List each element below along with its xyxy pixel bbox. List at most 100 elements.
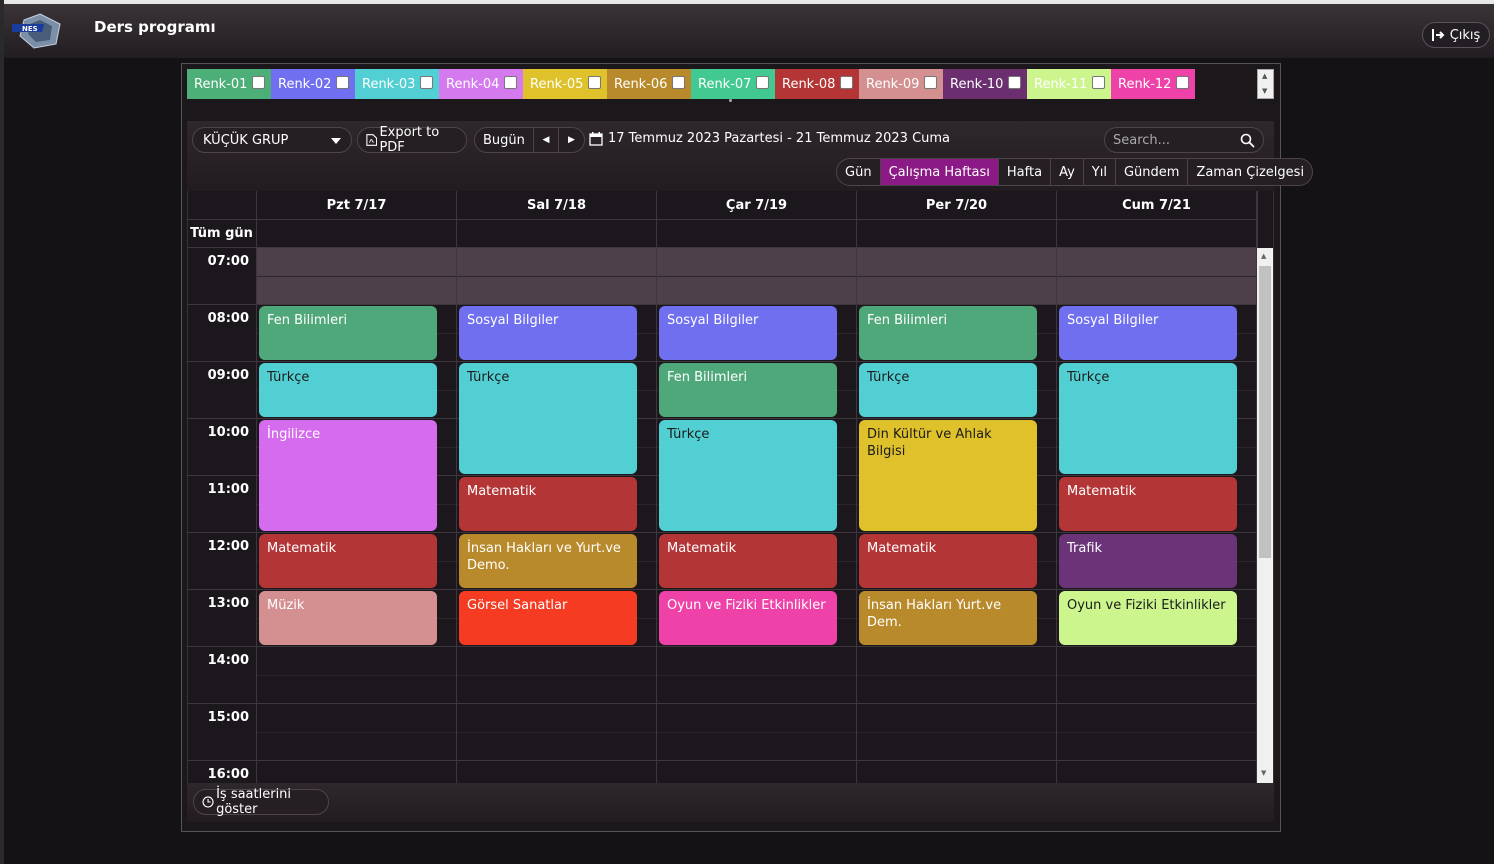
legend-item-3[interactable]: Renk-03 [355, 69, 439, 99]
all-day-cell[interactable] [257, 220, 457, 248]
lesson-event[interactable]: İngilizce [259, 420, 437, 531]
all-day-cell[interactable] [457, 220, 657, 248]
legend-item-10[interactable]: Renk-10 [943, 69, 1027, 99]
time-row[interactable] [187, 704, 1257, 761]
day-header[interactable]: Pzt 7/17 [257, 191, 457, 220]
lesson-event[interactable]: Sosyal Bilgiler [1059, 306, 1237, 360]
search-input[interactable]: Search... [1104, 127, 1264, 153]
lesson-event[interactable]: Sosyal Bilgiler [459, 306, 637, 360]
view-tab[interactable]: Gün [837, 159, 881, 185]
lesson-event[interactable]: Fen Bilimleri [859, 306, 1037, 360]
all-day-cell[interactable] [857, 220, 1057, 248]
lesson-event[interactable]: Din Kültür ve Ahlak Bilgisi [859, 420, 1037, 531]
today-button[interactable]: Bugün [475, 128, 534, 152]
lesson-event[interactable]: Türkçe [859, 363, 1037, 417]
legend-checkbox[interactable] [420, 75, 433, 89]
group-select[interactable]: KÜÇÜK GRUP [192, 127, 352, 153]
time-label: 13:00 [207, 596, 249, 611]
lesson-event[interactable]: Türkçe [259, 363, 437, 417]
legend-item-12[interactable]: Renk-12 [1111, 69, 1195, 99]
export-label: Export to PDF [379, 125, 440, 155]
lesson-event[interactable]: Türkçe [1059, 363, 1237, 474]
group-select-value: KÜÇÜK GRUP [203, 132, 289, 148]
time-row[interactable] [187, 248, 1257, 305]
lesson-event[interactable]: Türkçe [659, 420, 837, 531]
view-tab[interactable]: Çalışma Haftası [880, 159, 999, 185]
search-icon [1240, 133, 1255, 148]
vertical-scrollbar[interactable]: ▲ ▼ [1257, 248, 1273, 783]
lesson-event[interactable]: Matematik [1059, 477, 1237, 531]
legend-label: Renk-11 [1034, 76, 1088, 92]
next-button[interactable]: ▶ [559, 128, 584, 152]
legend-checkbox[interactable] [504, 75, 517, 89]
legend-checkbox[interactable] [840, 75, 853, 89]
lesson-event[interactable]: Matematik [659, 534, 837, 588]
view-tab[interactable]: Yıl [1084, 159, 1116, 185]
lesson-event[interactable]: Müzik [259, 591, 437, 645]
date-range-picker[interactable]: 17 Temmuz 2023 Pazartesi - 21 Temmuz 202… [589, 131, 950, 146]
scrollbar-thumb[interactable] [1259, 266, 1271, 558]
legend-checkbox[interactable] [1176, 75, 1189, 89]
lesson-event[interactable]: Matematik [259, 534, 437, 588]
legend-item-2[interactable]: Renk-02 [271, 69, 355, 99]
view-tab[interactable]: Ay [1051, 159, 1084, 185]
legend-item-9[interactable]: Renk-09 [859, 69, 943, 99]
legend-label: Renk-05 [530, 76, 584, 92]
lesson-event[interactable]: Matematik [859, 534, 1037, 588]
lesson-event[interactable]: Fen Bilimleri [259, 306, 437, 360]
day-header[interactable]: Çar 7/19 [657, 191, 857, 220]
legend-checkbox[interactable] [252, 75, 265, 89]
prev-button[interactable]: ◀ [534, 128, 559, 152]
scroll-up-icon[interactable]: ▲ [1261, 252, 1266, 260]
scroll-down-icon[interactable]: ▼ [1261, 769, 1266, 777]
legend-label: Renk-03 [362, 76, 416, 92]
lesson-event[interactable]: Oyun ve Fiziki Etkinlikler [1059, 591, 1237, 645]
today-label: Bugün [483, 132, 525, 148]
lesson-event[interactable]: Oyun ve Fiziki Etkinlikler [659, 591, 837, 645]
legend-checkbox[interactable] [756, 75, 769, 89]
show-work-hours-button[interactable]: İş saatlerini göster [193, 787, 329, 817]
day-header[interactable]: Sal 7/18 [457, 191, 657, 220]
legend-checkbox[interactable] [1008, 75, 1021, 89]
color-legend: Renk-01 Renk-02 Renk-03 Renk-04 Renk-05 Renk-… [187, 69, 1197, 99]
legend-item-4[interactable]: Renk-04 [439, 69, 523, 99]
view-tab[interactable]: Hafta [999, 159, 1052, 185]
legend-item-11[interactable]: Renk-11 [1027, 69, 1111, 99]
legend-item-6[interactable]: Renk-06 [607, 69, 691, 99]
view-tab[interactable]: Gündem [1116, 159, 1189, 185]
legend-checkbox[interactable] [336, 75, 349, 89]
all-day-label: Tüm gün [187, 220, 257, 248]
all-day-cell[interactable] [1057, 220, 1257, 248]
lesson-event[interactable]: İnsan Hakları ve Yurt.ve Demo. [459, 534, 637, 588]
time-label: 12:00 [207, 539, 249, 554]
time-row[interactable] [187, 647, 1257, 704]
legend-checkbox[interactable] [672, 75, 685, 89]
clock-icon [202, 796, 214, 808]
view-tab[interactable]: Zaman Çizelgesi [1188, 159, 1312, 185]
legend-checkbox[interactable] [924, 75, 937, 89]
lesson-event[interactable]: Görsel Sanatlar [459, 591, 637, 645]
legend-label: Renk-06 [614, 76, 668, 92]
lesson-event[interactable]: Sosyal Bilgiler [659, 306, 837, 360]
lesson-event[interactable]: Fen Bilimleri [659, 363, 837, 417]
lesson-event[interactable]: Türkçe [459, 363, 637, 474]
time-row[interactable] [187, 761, 1257, 783]
day-header[interactable]: Cum 7/21 [1057, 191, 1257, 220]
app-header: NES Ders programı Çıkış [4, 0, 1494, 58]
legend-item-5[interactable]: Renk-05 [523, 69, 607, 99]
lesson-event[interactable]: Matematik [459, 477, 637, 531]
exit-label: Çıkış [1449, 27, 1481, 43]
legend-scrollbar[interactable]: ▲ ▼ [1257, 69, 1274, 99]
legend-checkbox[interactable] [1092, 75, 1105, 89]
legend-item-1[interactable]: Renk-01 [187, 69, 271, 99]
legend-checkbox[interactable] [588, 75, 601, 89]
exit-button[interactable]: Çıkış [1422, 22, 1490, 48]
day-header[interactable]: Per 7/20 [857, 191, 1057, 220]
svg-text:NES: NES [22, 25, 38, 33]
legend-item-8[interactable]: Renk-08 [775, 69, 859, 99]
all-day-cell[interactable] [657, 220, 857, 248]
export-pdf-button[interactable]: Export to PDF [357, 125, 467, 155]
lesson-event[interactable]: İnsan Hakları Yurt.ve Dem. [859, 591, 1037, 645]
lesson-event[interactable]: Trafik [1059, 534, 1237, 588]
legend-item-7[interactable]: Renk-07 [691, 69, 775, 99]
